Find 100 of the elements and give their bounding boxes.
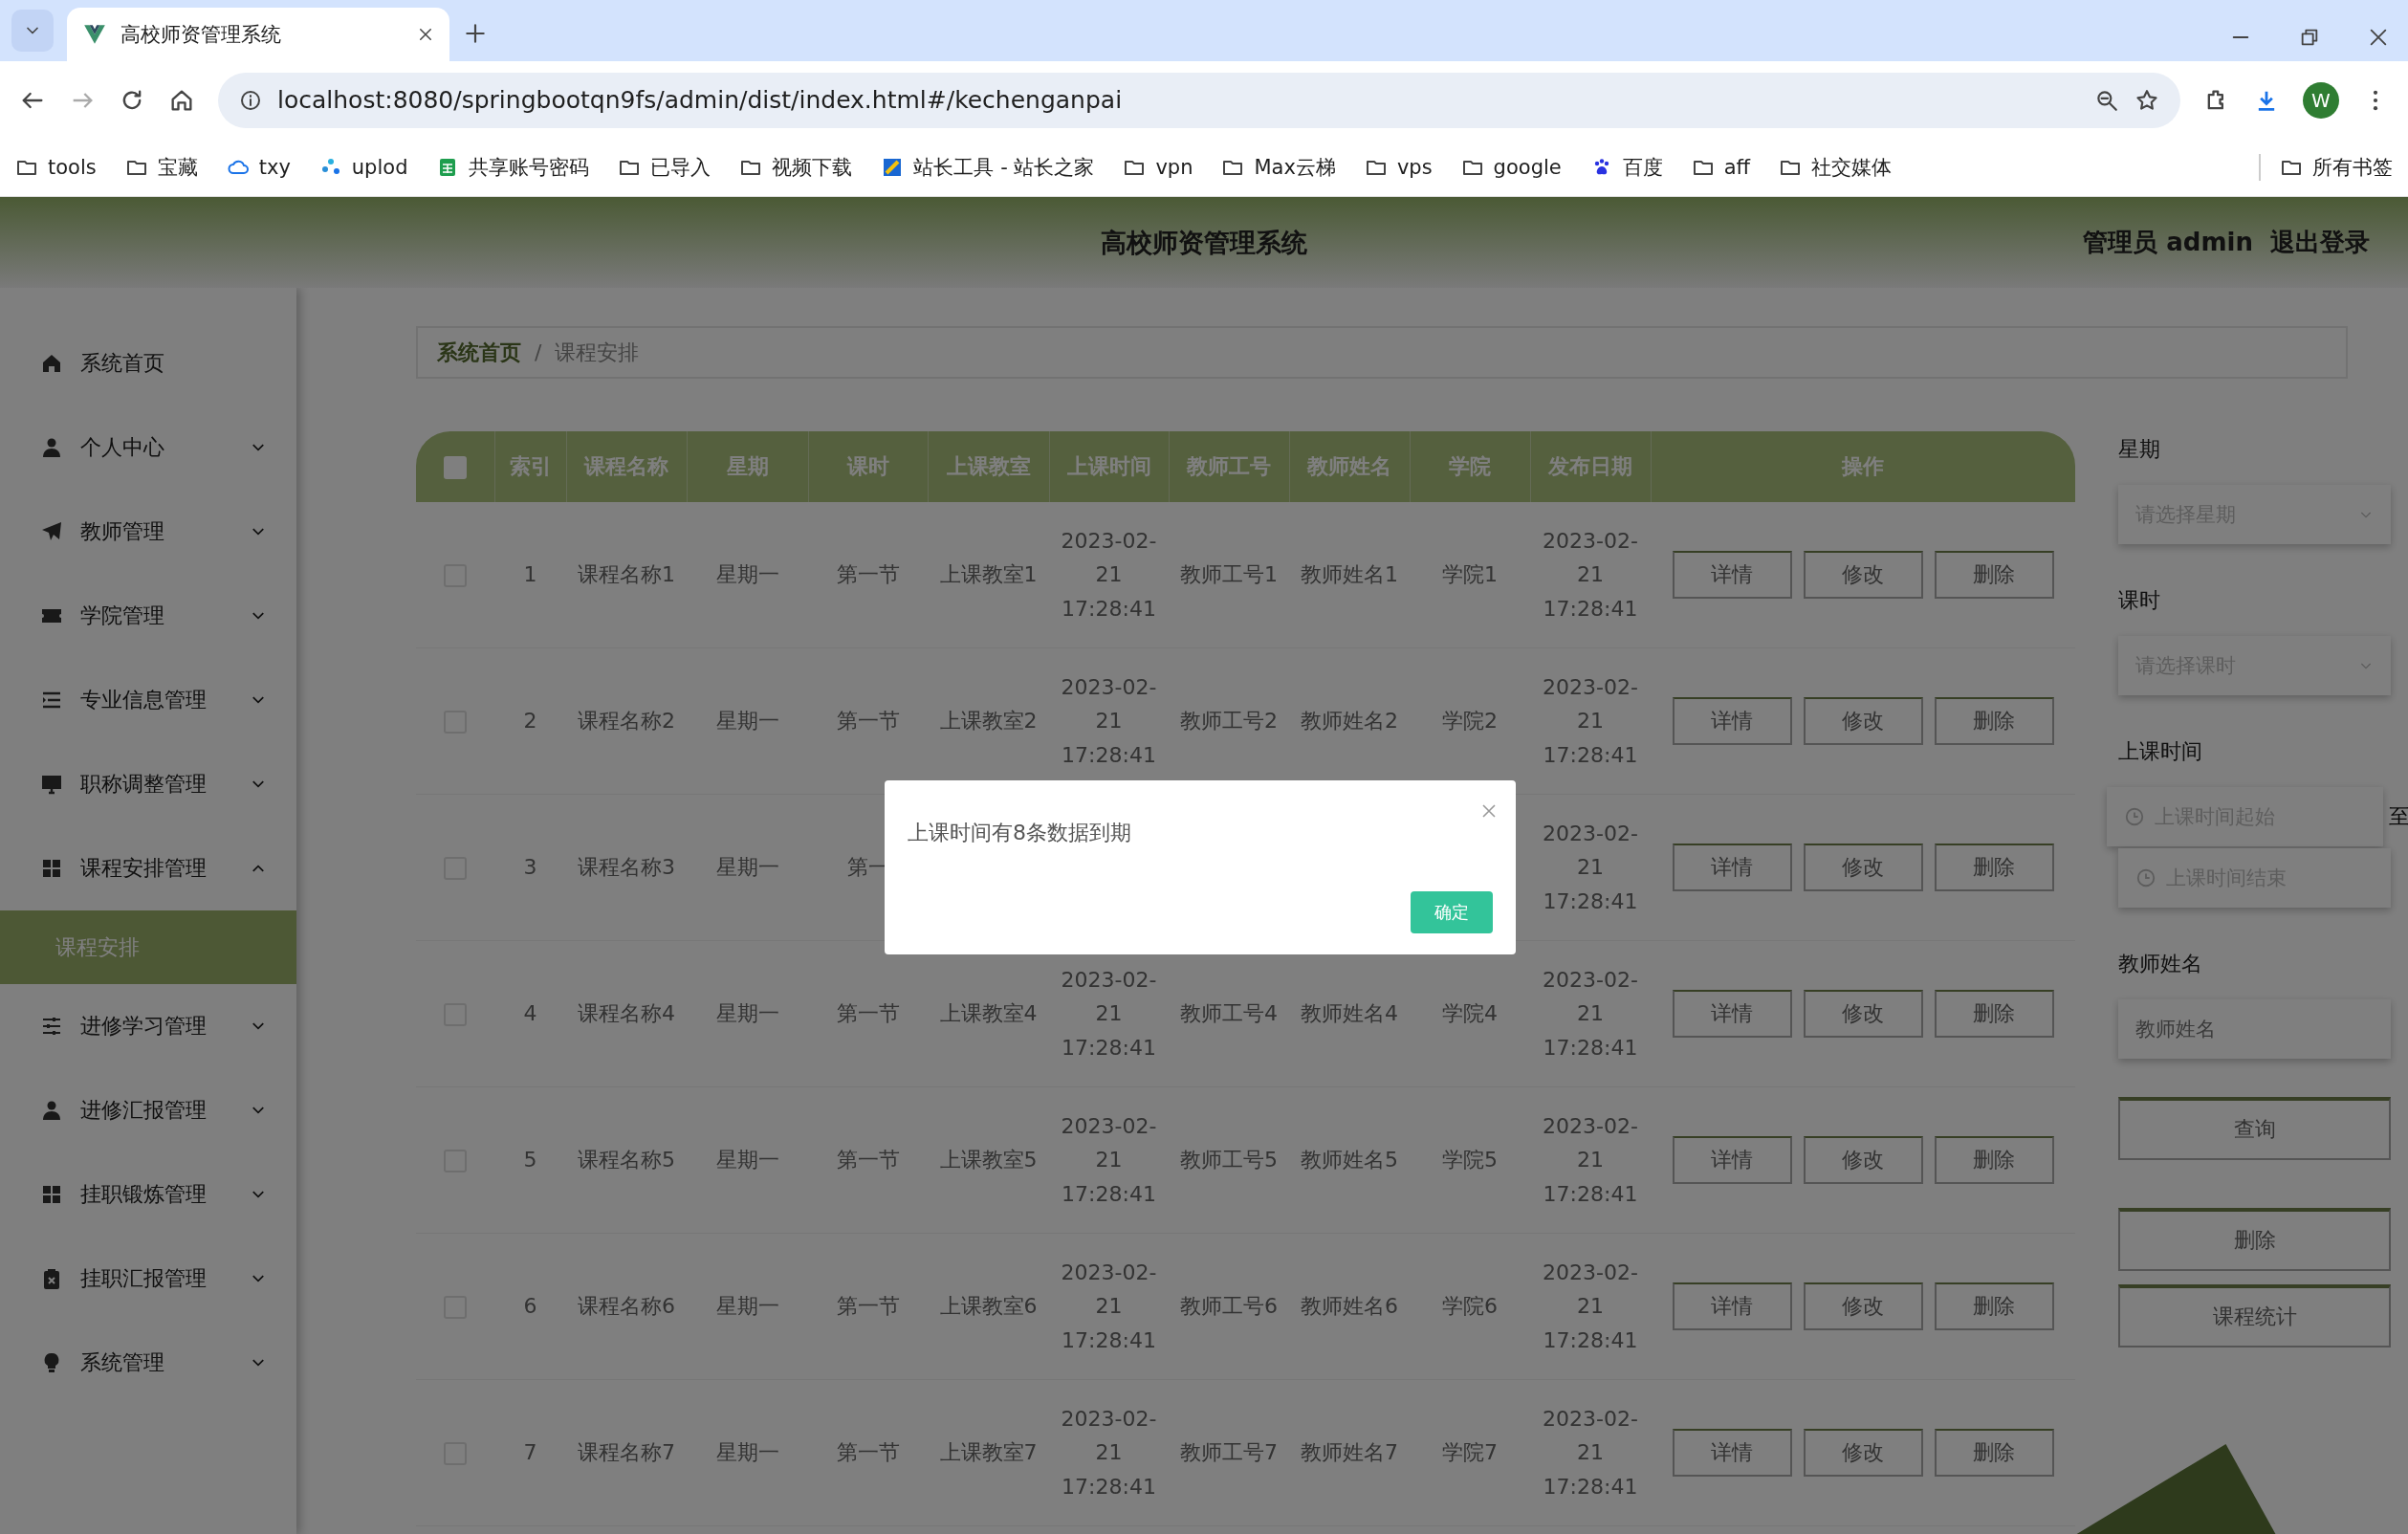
bookmark[interactable]: 站长工具 - 站长之家 — [881, 154, 1095, 181]
bookmark[interactable]: Max云梯 — [1221, 154, 1336, 181]
table-cell: 3 — [494, 794, 566, 941]
sidebar-item[interactable]: 进修学习管理 — [0, 984, 296, 1068]
sidebar-subitem[interactable]: 课程安排 — [0, 910, 296, 984]
action-button[interactable]: 删除 — [1934, 990, 2054, 1038]
action-button[interactable]: 修改 — [1803, 697, 1923, 745]
column-header: 上课教室 — [928, 431, 1049, 502]
star-icon[interactable] — [2134, 87, 2159, 113]
sidebar-item[interactable]: 职称调整管理 — [0, 742, 296, 826]
select-all-checkbox[interactable] — [443, 456, 467, 479]
restore-icon[interactable] — [2299, 27, 2320, 48]
bookmark[interactable]: 已导入 — [618, 154, 711, 181]
filter-button[interactable]: 删除 — [2118, 1208, 2391, 1271]
sidebar-item[interactable]: 系统管理 — [0, 1321, 296, 1405]
table-cell: 教师姓名1 — [1289, 502, 1410, 648]
action-button[interactable]: 修改 — [1803, 1429, 1923, 1477]
table-cell: 2023-02-21 17:28:41 — [1530, 940, 1651, 1087]
table-cell: 学院1 — [1410, 502, 1530, 648]
table-cell: 2023-02-21 17:28:41 — [1530, 502, 1651, 648]
action-button[interactable]: 修改 — [1803, 1136, 1923, 1184]
bookmark[interactable]: 宝藏 — [124, 154, 198, 181]
column-header: 教师工号 — [1169, 431, 1289, 502]
bookmark[interactable]: google — [1460, 156, 1562, 179]
person-icon — [40, 1099, 63, 1122]
action-button[interactable]: 删除 — [1934, 551, 2054, 599]
table-cell: 第一节 — [808, 1379, 928, 1526]
table-cell: 2023-02-21 17:28:41 — [1530, 1379, 1651, 1526]
action-button[interactable]: 修改 — [1803, 1282, 1923, 1330]
logout-link[interactable]: 退出登录 — [2270, 226, 2370, 259]
field-label: 星期 — [2118, 436, 2161, 463]
address-bar[interactable]: localhost:8080/springbootqn9fs/admin/dist/index.html#/kechenganpai — [218, 72, 2180, 128]
action-button[interactable]: 修改 — [1803, 844, 1923, 891]
confirm-button[interactable]: 确定 — [1411, 891, 1493, 933]
sidebar-item[interactable]: 系统首页 — [0, 321, 296, 405]
breadcrumb-item[interactable]: 系统首页 — [437, 338, 521, 367]
action-button[interactable]: 详情 — [1672, 990, 1792, 1038]
clock-icon — [2135, 867, 2156, 888]
bookmark[interactable]: 百度 — [1589, 154, 1663, 181]
table-cell: 学院5 — [1410, 1086, 1530, 1234]
sidebar-item[interactable]: 课程安排管理 — [0, 826, 296, 910]
action-button[interactable]: 删除 — [1934, 1282, 2054, 1330]
action-button[interactable]: 修改 — [1803, 551, 1923, 599]
table-cell: 2023-02-21 17:28:41 — [1530, 647, 1651, 795]
profile-avatar[interactable]: W — [2303, 81, 2339, 119]
action-button[interactable]: 详情 — [1672, 551, 1792, 599]
sidebar-item[interactable]: 教师管理 — [0, 490, 296, 574]
table-cell: 第一节 — [808, 1086, 928, 1234]
action-button[interactable]: 删除 — [1934, 1136, 2054, 1184]
info-icon[interactable] — [239, 88, 262, 112]
bookmark[interactable]: tools — [15, 156, 97, 179]
table-cell: 4 — [494, 940, 566, 1087]
action-button[interactable]: 详情 — [1672, 1429, 1792, 1477]
plus-icon[interactable] — [463, 21, 488, 46]
browser-tab[interactable]: 高校师资管理系统 — [67, 8, 449, 61]
bookmark[interactable]: txy — [226, 156, 291, 179]
column-header: 上课时间 — [1049, 431, 1169, 502]
bookmark[interactable]: vps — [1364, 156, 1433, 179]
action-button[interactable]: 详情 — [1672, 697, 1792, 745]
bookmark[interactable]: 社交媒体 — [1779, 154, 1893, 181]
action-button[interactable]: 删除 — [1934, 1429, 2054, 1477]
action-button[interactable]: 详情 — [1672, 844, 1792, 891]
column-header: 发布日期 — [1530, 431, 1651, 502]
bookmark[interactable]: vpn — [1123, 156, 1193, 179]
sidebar-item[interactable]: 个人中心 — [0, 405, 296, 490]
table-cell: 课程名称2 — [566, 647, 687, 795]
sidebar-item[interactable]: 学院管理 — [0, 574, 296, 658]
table-cell: 学院7 — [1410, 1379, 1530, 1526]
sidebar-item[interactable]: 专业信息管理 — [0, 658, 296, 742]
user-name: 管理员 admin — [2083, 227, 2253, 258]
bookmark[interactable]: 视频下载 — [739, 154, 853, 181]
close-icon[interactable] — [417, 26, 434, 43]
action-button[interactable]: 详情 — [1672, 1282, 1792, 1330]
table-cell: 星期一 — [687, 1086, 808, 1234]
field-label: 教师姓名 — [2118, 951, 2203, 977]
person-icon — [40, 436, 63, 459]
table-cell: 2023-02-21 17:28:41 — [1049, 502, 1169, 648]
input-field[interactable]: 教师姓名 — [2118, 999, 2391, 1059]
field-label: 上课时间 — [2118, 738, 2203, 765]
close-icon[interactable] — [2368, 27, 2389, 48]
sidebar-item[interactable]: 挂职汇报管理 — [0, 1237, 296, 1321]
table-cell: 教师工号6 — [1169, 1233, 1289, 1380]
filter-button[interactable]: 查询 — [2118, 1097, 2391, 1160]
bookmark[interactable]: aff — [1691, 156, 1751, 179]
table-cell: 课程名称5 — [566, 1086, 687, 1234]
action-button[interactable]: 修改 — [1803, 990, 1923, 1038]
filter-button[interactable]: 课程统计 — [2118, 1284, 2391, 1348]
sidebar-item[interactable]: 进修汇报管理 — [0, 1068, 296, 1152]
bookmark[interactable]: 所有书签 — [2259, 154, 2393, 181]
action-button[interactable]: 删除 — [1934, 697, 2054, 745]
table-cell: 上课教室1 — [928, 502, 1049, 648]
bookmark[interactable]: 共享账号密码 — [436, 154, 590, 181]
bookmark[interactable]: uplod — [318, 156, 408, 179]
action-button[interactable]: 详情 — [1672, 1136, 1792, 1184]
table-cell: 学院6 — [1410, 1233, 1530, 1380]
home-icon — [40, 352, 63, 375]
action-button[interactable]: 删除 — [1934, 844, 2054, 891]
table-cell: 2023-02-21 17:28:41 — [1530, 794, 1651, 941]
sidebar-item[interactable]: 挂职锻炼管理 — [0, 1152, 296, 1237]
table-cell: 7 — [494, 1379, 566, 1526]
